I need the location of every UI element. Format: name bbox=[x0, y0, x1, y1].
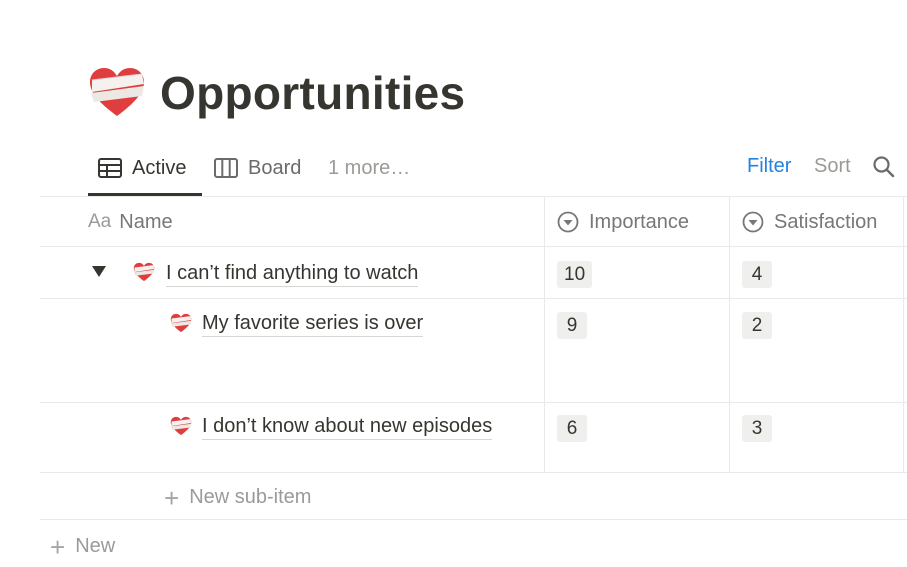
new-sub-item-button[interactable]: + New sub-item bbox=[164, 482, 312, 513]
new-row-button[interactable]: + New bbox=[50, 531, 116, 562]
column-header-label: Satisfaction bbox=[774, 210, 878, 233]
column-header-name[interactable]: Aa Name bbox=[88, 208, 173, 236]
column-header-label: Name bbox=[119, 210, 173, 233]
new-sub-item-label: New sub-item bbox=[189, 486, 312, 508]
row-divider bbox=[40, 298, 907, 299]
search-icon[interactable] bbox=[872, 155, 896, 179]
bandaged-heart-icon[interactable] bbox=[88, 66, 146, 118]
column-header-importance[interactable]: Importance bbox=[557, 208, 689, 236]
bandaged-heart-icon bbox=[170, 313, 192, 333]
board-icon bbox=[214, 158, 238, 178]
column-header-satisfaction[interactable]: Satisfaction bbox=[742, 208, 877, 236]
row-title[interactable]: My favorite series is over bbox=[202, 311, 424, 337]
table-top-border bbox=[40, 196, 907, 197]
table-bottom-border bbox=[40, 519, 907, 520]
plus-icon: + bbox=[50, 531, 66, 562]
expand-toggle-icon[interactable] bbox=[91, 263, 107, 279]
satisfaction-value: 3 bbox=[742, 415, 772, 442]
bandaged-heart-icon bbox=[170, 416, 192, 436]
plus-icon: + bbox=[164, 482, 180, 513]
select-icon bbox=[557, 211, 579, 233]
importance-value: 9 bbox=[557, 312, 587, 339]
text-type-icon: Aa bbox=[88, 211, 112, 232]
filter-button[interactable]: Filter bbox=[747, 155, 791, 178]
bandaged-heart-icon bbox=[133, 262, 155, 282]
table-icon bbox=[98, 158, 122, 178]
satisfaction-value: 2 bbox=[742, 312, 772, 339]
row-divider bbox=[40, 402, 907, 403]
tab-board[interactable]: Board bbox=[214, 148, 301, 188]
satisfaction-value: 4 bbox=[742, 261, 772, 288]
tab-board-label: Board bbox=[248, 156, 302, 179]
row-title[interactable]: I can’t find anything to watch bbox=[166, 261, 419, 287]
sort-button[interactable]: Sort bbox=[814, 155, 851, 178]
importance-value: 6 bbox=[557, 415, 587, 442]
row-divider bbox=[40, 472, 907, 473]
row-title[interactable]: I don’t know about new episodes bbox=[202, 414, 493, 440]
page-title: Opportunities bbox=[160, 67, 466, 119]
column-divider bbox=[544, 196, 545, 472]
tab-active[interactable]: Active bbox=[98, 148, 186, 188]
select-icon bbox=[742, 211, 764, 233]
column-header-label: Importance bbox=[589, 210, 690, 233]
tab-active-label: Active bbox=[132, 156, 187, 179]
more-views-button[interactable]: 1 more… bbox=[328, 148, 410, 188]
column-divider bbox=[729, 196, 730, 472]
new-row-label: New bbox=[75, 535, 116, 557]
importance-value: 10 bbox=[557, 261, 593, 288]
column-divider bbox=[903, 196, 904, 472]
header-bottom-border bbox=[40, 246, 907, 247]
